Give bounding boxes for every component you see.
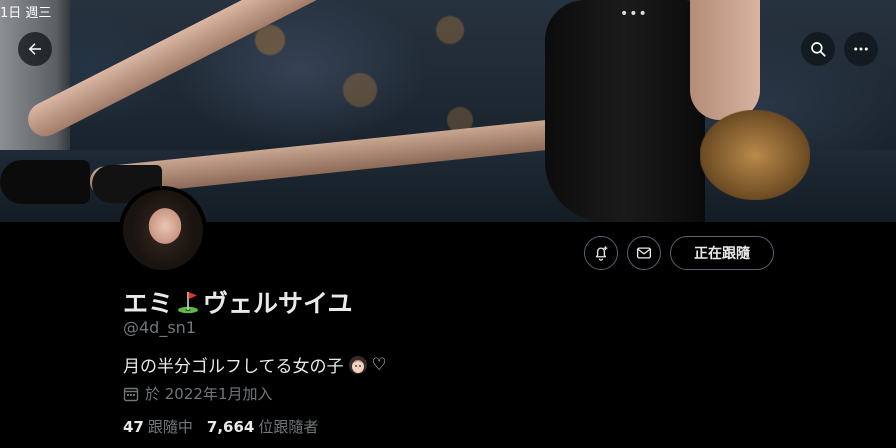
bio: 月の半分ゴルフしてる女の子 ♡ <box>123 352 387 378</box>
following-count: 47 <box>123 418 144 436</box>
banner-dress <box>545 0 705 222</box>
mail-icon <box>636 247 652 259</box>
more-horizontal-icon <box>854 47 868 51</box>
profile-banner[interactable] <box>0 0 896 222</box>
notify-button[interactable] <box>584 236 618 270</box>
display-name-part2: ヴェルサイユ <box>203 289 353 318</box>
joined-date: 於 2022年1月加入 <box>123 383 273 404</box>
followers-label: 位跟隨者 <box>258 418 319 436</box>
follow-stats: 47 跟隨中 7,664 位跟隨者 <box>123 416 318 437</box>
calendar-icon <box>123 386 139 402</box>
display-name: エミ ヴェルサイユ <box>123 284 353 320</box>
back-button[interactable] <box>18 32 52 66</box>
golf-flag-icon <box>175 289 201 315</box>
following-label: 跟隨中 <box>147 418 193 436</box>
banner-arm <box>690 0 760 120</box>
following-stat[interactable]: 47 跟隨中 <box>123 416 193 437</box>
display-name-part1: エミ <box>123 289 174 318</box>
banner-hair <box>700 110 810 200</box>
followers-count: 7,664 <box>206 418 255 436</box>
bell-plus-icon <box>595 246 608 261</box>
handle: @4d_sn1 <box>123 318 196 337</box>
girl-face-icon <box>348 355 368 375</box>
status-time: 1日 週三 <box>0 6 52 21</box>
banner-shoe <box>0 160 90 204</box>
more-button[interactable] <box>844 32 878 66</box>
bio-heart: ♡ <box>371 354 387 375</box>
message-button[interactable] <box>627 236 661 270</box>
pager-dots: ••• <box>620 6 648 22</box>
followers-stat[interactable]: 7,664 位跟隨者 <box>207 416 318 437</box>
arrow-left-icon <box>28 43 41 55</box>
avatar-image <box>123 190 203 270</box>
following-button[interactable]: 正在跟隨 <box>670 236 774 270</box>
search-icon <box>811 42 826 57</box>
bio-text: 月の半分ゴルフしてる女の子 <box>123 357 344 377</box>
search-button[interactable] <box>801 32 835 66</box>
avatar[interactable] <box>119 186 207 274</box>
joined-text: 於 2022年1月加入 <box>145 385 273 403</box>
